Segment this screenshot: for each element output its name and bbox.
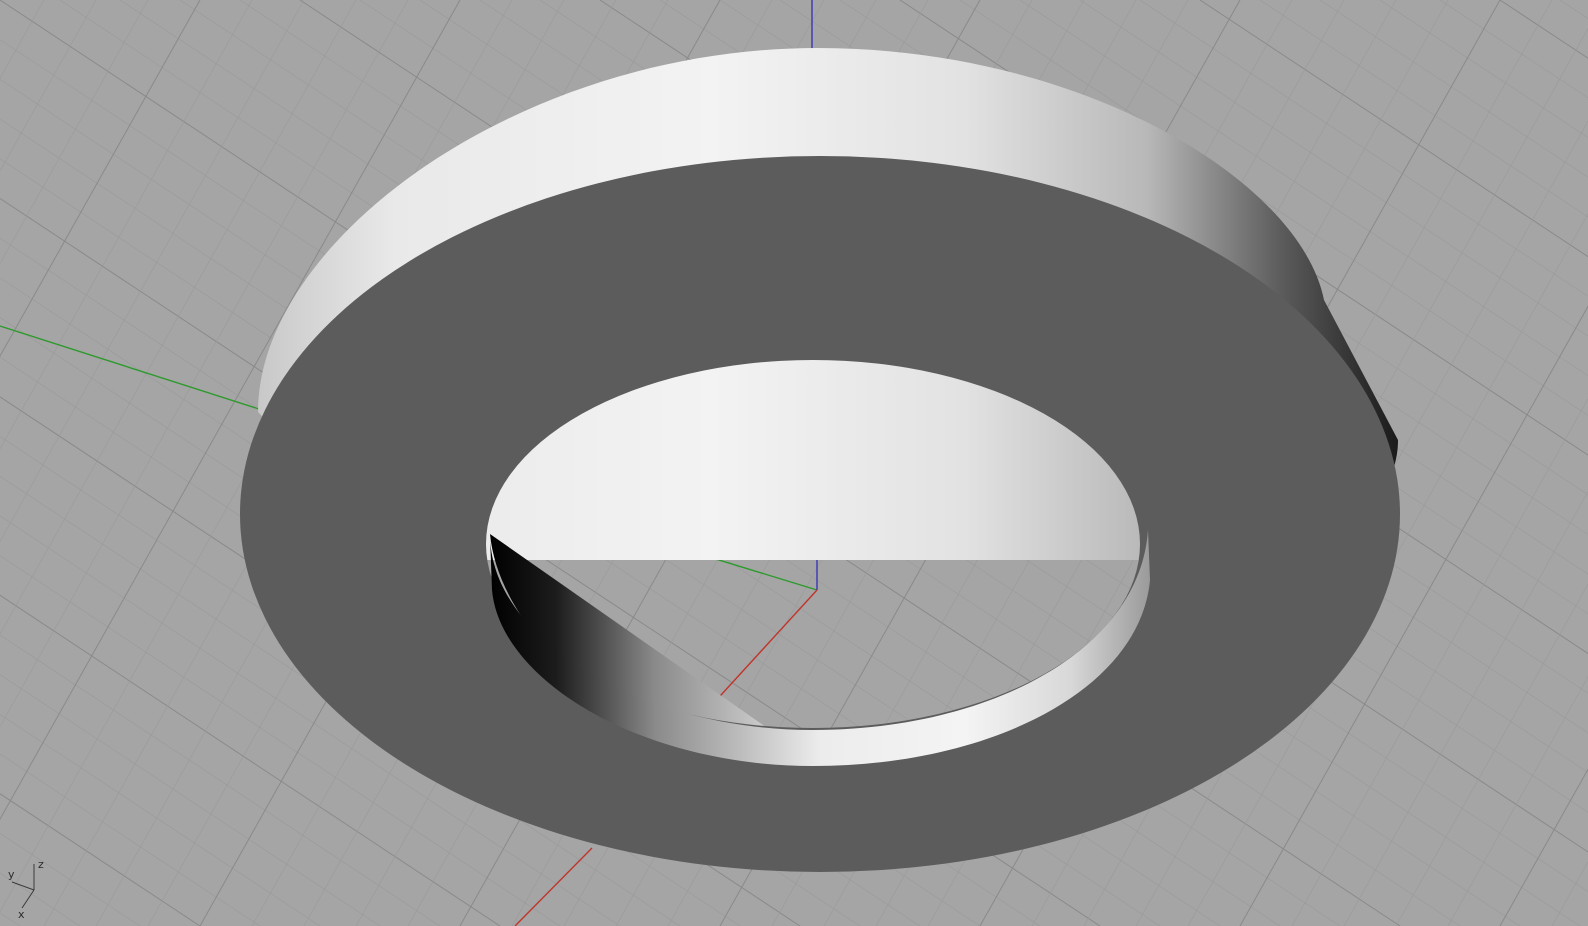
gizmo-y-line	[11, 881, 35, 891]
gizmo-x-line	[21, 889, 35, 909]
viewport-scene	[0, 0, 1588, 926]
gizmo-x-label: x	[18, 908, 25, 920]
3d-viewport[interactable]: z y x	[0, 0, 1588, 926]
axis-gizmo: z y x	[8, 858, 44, 920]
gizmo-z-label: z	[38, 858, 44, 871]
gizmo-y-label: y	[8, 868, 15, 881]
